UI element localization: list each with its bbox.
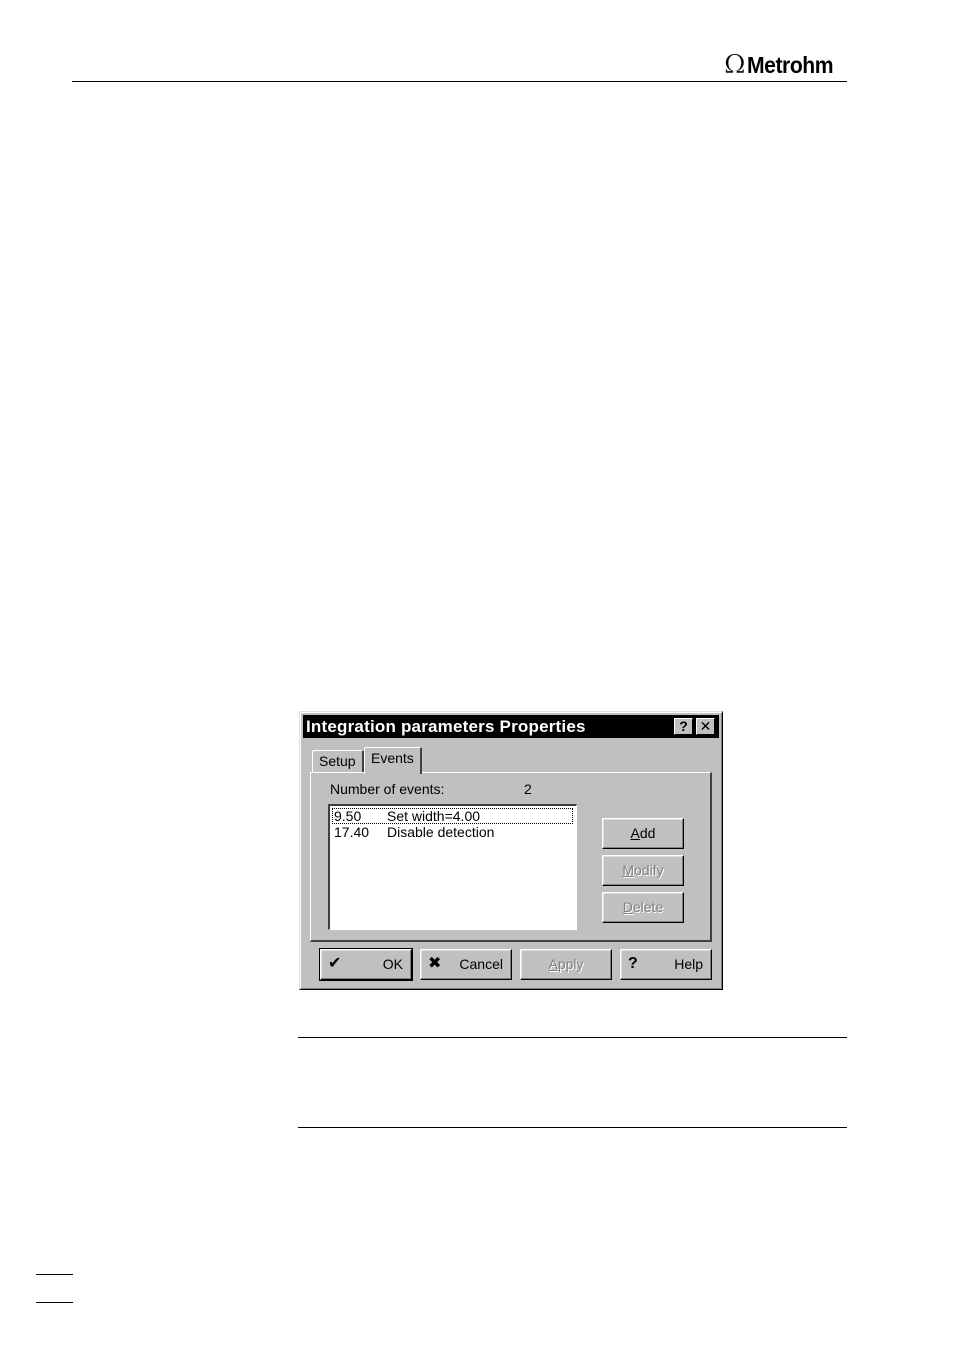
help-button[interactable]: ? Help [620,949,712,980]
add-label: dd [639,825,656,841]
footer-mark-top [36,1274,73,1275]
section-rule-bottom [298,1127,847,1128]
question-icon: ? [628,955,638,972]
add-mnemonic: A [630,825,640,841]
help-icon[interactable]: ? [674,718,693,735]
modify-label: odify [634,862,664,878]
footer-mark-bottom [36,1302,73,1303]
help-label: Help [674,956,703,972]
delete-mnemonic: D [622,899,633,915]
integration-parameters-dialog: Integration parameters Properties ? ✕ Se… [299,711,723,990]
events-count-label: Number of events: [330,781,445,797]
tab-setup[interactable]: Setup [312,750,364,772]
event-description: Set width=4.00 [387,808,481,824]
metrohm-logo: Ω Metrohm [724,50,840,80]
delete-label: elete [632,899,664,915]
tab-events[interactable]: Events [364,747,422,774]
apply-button[interactable]: Apply [520,949,612,980]
list-item[interactable]: 9.50 Set width=4.00 [332,808,573,824]
events-count-value: 2 [524,781,532,797]
title-bar[interactable]: Integration parameters Properties ? ✕ [303,715,719,738]
checkmark-icon: ✔ [328,955,342,972]
cancel-label: Cancel [459,956,503,972]
add-button[interactable]: Add [602,818,684,849]
close-icon[interactable]: ✕ [696,718,715,735]
omega-logo-icon: Ω [724,50,746,80]
modify-mnemonic: M [622,862,635,878]
event-time: 9.50 [334,808,362,824]
ok-button[interactable]: ✔ OK [319,948,413,981]
list-item[interactable]: 17.40 Disable detection [332,824,573,840]
events-list[interactable]: 9.50 Set width=4.00 17.40 Disable detect… [328,804,577,930]
event-description: Disable detection [387,824,495,840]
apply-label: pply [557,956,584,972]
section-rule-top [298,1037,847,1038]
ok-label: OK [382,956,403,972]
header-rule [72,81,847,82]
x-icon: ✖ [428,955,442,972]
apply-mnemonic: A [548,956,558,972]
dialog-title: Integration parameters Properties [306,717,586,736]
event-time: 17.40 [334,824,370,840]
delete-button[interactable]: Delete [602,892,684,923]
modify-button[interactable]: Modify [602,855,684,886]
logo-text: Metrohm [746,51,834,78]
cancel-button[interactable]: ✖ Cancel [420,949,512,980]
